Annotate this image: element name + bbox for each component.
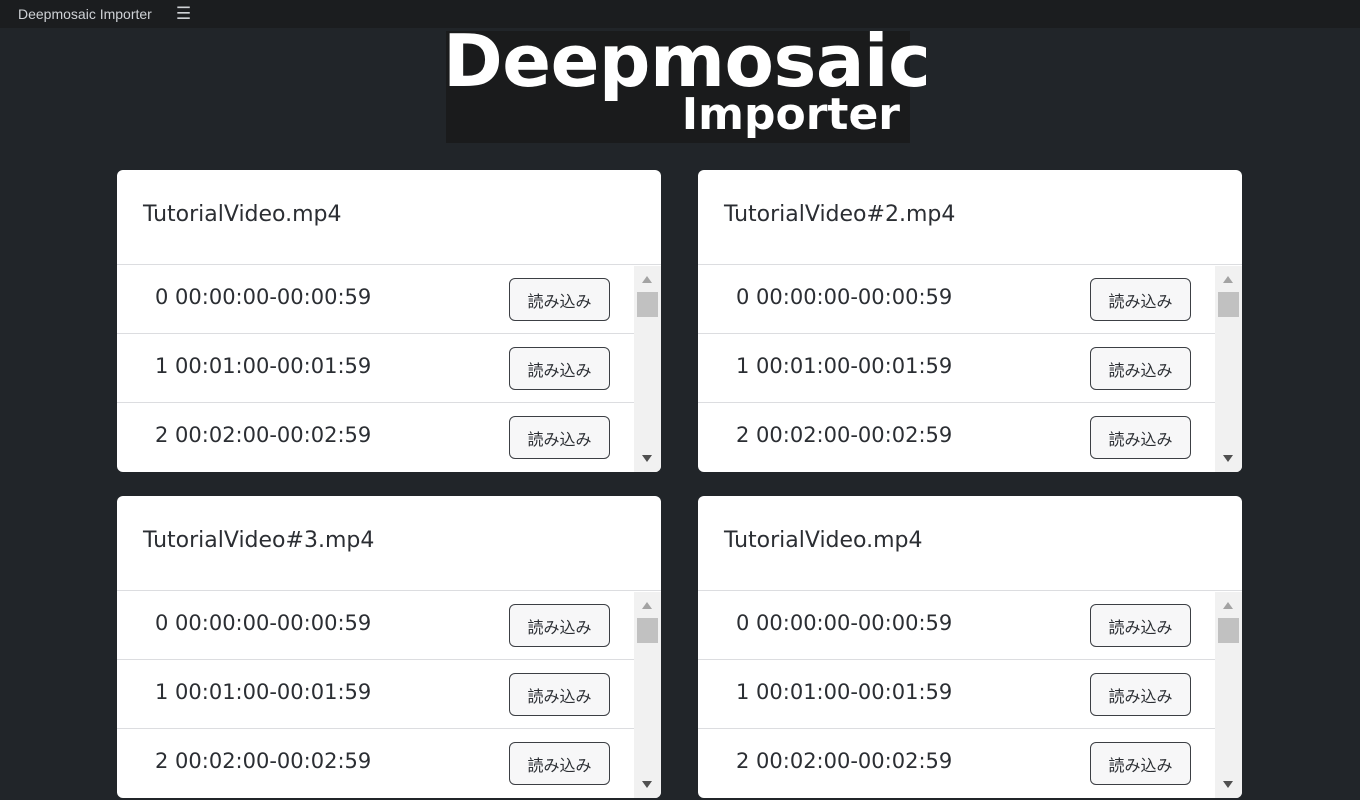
segment-label: 0 00:00:00-00:00:59 — [155, 611, 372, 635]
segment-row: 2 00:02:00-00:02:59 読み込み — [117, 729, 634, 798]
scroll-down-arrow-icon[interactable] — [1223, 781, 1233, 788]
segment-row: 1 00:01:00-00:01:59 読み込み — [698, 334, 1215, 403]
scrollbar[interactable] — [1215, 592, 1242, 798]
video-title: TutorialVideo.mp4 — [143, 202, 342, 227]
segment-list: 0 00:00:00-00:00:59 読み込み 1 00:01:00-00:0… — [117, 265, 634, 472]
video-title: TutorialVideo.mp4 — [724, 528, 923, 553]
video-card: TutorialVideo.mp4 0 00:00:00-00:00:59 読み… — [698, 496, 1242, 798]
segment-row: 1 00:01:00-00:01:59 読み込み — [698, 660, 1215, 729]
segment-list: 0 00:00:00-00:00:59 読み込み 1 00:01:00-00:0… — [698, 265, 1215, 472]
logo: Deepmosaic Importer — [443, 19, 931, 143]
load-button[interactable]: 読み込み — [1090, 604, 1191, 647]
scrollbar[interactable] — [634, 266, 661, 472]
scroll-thumb[interactable] — [1218, 618, 1239, 643]
segment-label: 1 00:01:00-00:01:59 — [155, 354, 372, 378]
scroll-down-arrow-icon[interactable] — [642, 781, 652, 788]
video-title: TutorialVideo#3.mp4 — [143, 528, 375, 553]
video-title: TutorialVideo#2.mp4 — [724, 202, 956, 227]
card-header: TutorialVideo#2.mp4 — [698, 170, 1242, 265]
segment-label: 1 00:01:00-00:01:59 — [736, 680, 953, 704]
segment-row: 0 00:00:00-00:00:59 読み込み — [117, 591, 634, 660]
load-button[interactable]: 読み込み — [1090, 742, 1191, 785]
segment-list: 0 00:00:00-00:00:59 読み込み 1 00:01:00-00:0… — [698, 591, 1215, 798]
app-title: Deepmosaic Importer — [18, 6, 152, 22]
logo-line-2: Importer — [681, 89, 900, 140]
segment-label: 2 00:02:00-00:02:59 — [736, 423, 953, 447]
card-header: TutorialVideo#3.mp4 — [117, 496, 661, 591]
card-header: TutorialVideo.mp4 — [117, 170, 661, 265]
load-button[interactable]: 読み込み — [509, 673, 610, 716]
scroll-down-arrow-icon[interactable] — [1223, 455, 1233, 462]
segment-row: 2 00:02:00-00:02:59 読み込み — [117, 403, 634, 472]
scroll-up-arrow-icon[interactable] — [642, 276, 652, 283]
scrollbar[interactable] — [634, 592, 661, 798]
load-button[interactable]: 読み込み — [509, 278, 610, 321]
segment-label: 1 00:01:00-00:01:59 — [155, 680, 372, 704]
segment-row: 0 00:00:00-00:00:59 読み込み — [698, 265, 1215, 334]
card-header: TutorialVideo.mp4 — [698, 496, 1242, 591]
scroll-thumb[interactable] — [1218, 292, 1239, 317]
scroll-up-arrow-icon[interactable] — [1223, 276, 1233, 283]
load-button[interactable]: 読み込み — [509, 416, 610, 459]
load-button[interactable]: 読み込み — [1090, 278, 1191, 321]
segment-label: 0 00:00:00-00:00:59 — [736, 611, 953, 635]
hamburger-icon[interactable]: ☰ — [176, 5, 191, 23]
video-card: TutorialVideo#3.mp4 0 00:00:00-00:00:59 … — [117, 496, 661, 798]
load-button[interactable]: 読み込み — [1090, 673, 1191, 716]
scrollbar[interactable] — [1215, 266, 1242, 472]
load-button[interactable]: 読み込み — [1090, 347, 1191, 390]
scroll-thumb[interactable] — [637, 618, 658, 643]
load-button[interactable]: 読み込み — [509, 347, 610, 390]
video-card: TutorialVideo#2.mp4 0 00:00:00-00:00:59 … — [698, 170, 1242, 472]
segment-label: 2 00:02:00-00:02:59 — [155, 749, 372, 773]
scroll-up-arrow-icon[interactable] — [1223, 602, 1233, 609]
segment-row: 0 00:00:00-00:00:59 読み込み — [698, 591, 1215, 660]
segment-label: 0 00:00:00-00:00:59 — [736, 285, 953, 309]
segment-label: 2 00:02:00-00:02:59 — [736, 749, 953, 773]
scroll-down-arrow-icon[interactable] — [642, 455, 652, 462]
segment-list: 0 00:00:00-00:00:59 読み込み 1 00:01:00-00:0… — [117, 591, 634, 798]
load-button[interactable]: 読み込み — [1090, 416, 1191, 459]
load-button[interactable]: 読み込み — [509, 604, 610, 647]
segment-row: 2 00:02:00-00:02:59 読み込み — [698, 403, 1215, 472]
segment-row: 0 00:00:00-00:00:59 読み込み — [117, 265, 634, 334]
segment-label: 0 00:00:00-00:00:59 — [155, 285, 372, 309]
segment-row: 1 00:01:00-00:01:59 読み込み — [117, 660, 634, 729]
segment-label: 2 00:02:00-00:02:59 — [155, 423, 372, 447]
segment-label: 1 00:01:00-00:01:59 — [736, 354, 953, 378]
segment-row: 1 00:01:00-00:01:59 読み込み — [117, 334, 634, 403]
scroll-thumb[interactable] — [637, 292, 658, 317]
segment-row: 2 00:02:00-00:02:59 読み込み — [698, 729, 1215, 798]
scroll-up-arrow-icon[interactable] — [642, 602, 652, 609]
load-button[interactable]: 読み込み — [509, 742, 610, 785]
video-card: TutorialVideo.mp4 0 00:00:00-00:00:59 読み… — [117, 170, 661, 472]
